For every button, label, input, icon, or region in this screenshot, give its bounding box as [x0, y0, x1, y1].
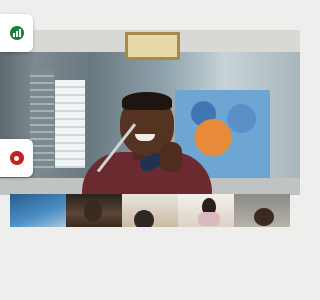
participant-tile[interactable] — [66, 194, 122, 227]
stats-icon — [9, 26, 24, 40]
participant-tile[interactable] — [178, 194, 234, 227]
main-video-feed[interactable] — [0, 30, 300, 195]
participant-face — [84, 200, 102, 222]
stats-button[interactable] — [0, 14, 33, 52]
video-background — [30, 70, 54, 170]
video-background — [125, 32, 180, 60]
speaker-figure — [122, 92, 172, 110]
participant-figure — [198, 212, 220, 226]
video-background — [55, 80, 85, 168]
participant-tile[interactable] — [234, 194, 290, 227]
participant-strip — [10, 194, 290, 227]
participant-face — [254, 208, 274, 226]
participant-tile[interactable] — [122, 194, 178, 227]
record-button[interactable] — [0, 139, 33, 177]
speaker-figure — [160, 142, 182, 172]
participant-face — [134, 210, 154, 227]
record-icon — [9, 151, 24, 165]
participant-tile[interactable] — [10, 194, 66, 227]
